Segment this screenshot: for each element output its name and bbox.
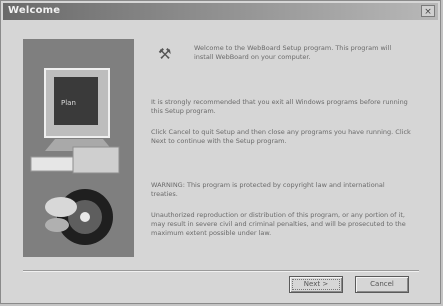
title-bar[interactable]: Welcome × xyxy=(3,3,438,20)
penalties-text: Unauthorized reproduction or distributio… xyxy=(151,211,406,237)
setup-illustration: Plan xyxy=(23,39,134,257)
setup-window: Welcome × Plan ⚒ Welcome to the WebBoard… xyxy=(0,0,441,304)
intro-text: Welcome to the WebBoard Setup program. T… xyxy=(194,44,392,61)
monitor-label: Plan xyxy=(61,99,76,107)
close-icon: × xyxy=(424,7,432,17)
close-button[interactable]: × xyxy=(421,5,435,17)
wrench-icon: ⚒ xyxy=(158,45,172,63)
instruction-text: Click Cancel to quit Setup and then clos… xyxy=(151,128,411,145)
recommendation-text: It is strongly recommended that you exit… xyxy=(151,98,408,115)
cancel-button[interactable]: Cancel xyxy=(355,276,409,293)
copyright-warning-text: WARNING: This program is protected by co… xyxy=(151,181,385,198)
disc-hole xyxy=(80,212,90,222)
computer-and-disc-illustration: Plan xyxy=(23,39,134,257)
next-button[interactable]: Next > xyxy=(289,276,343,293)
button-divider xyxy=(23,270,419,272)
computer-base xyxy=(72,146,120,174)
disc-shadow xyxy=(45,218,69,232)
window-title: Welcome xyxy=(8,5,61,16)
disc-highlight xyxy=(45,197,77,217)
